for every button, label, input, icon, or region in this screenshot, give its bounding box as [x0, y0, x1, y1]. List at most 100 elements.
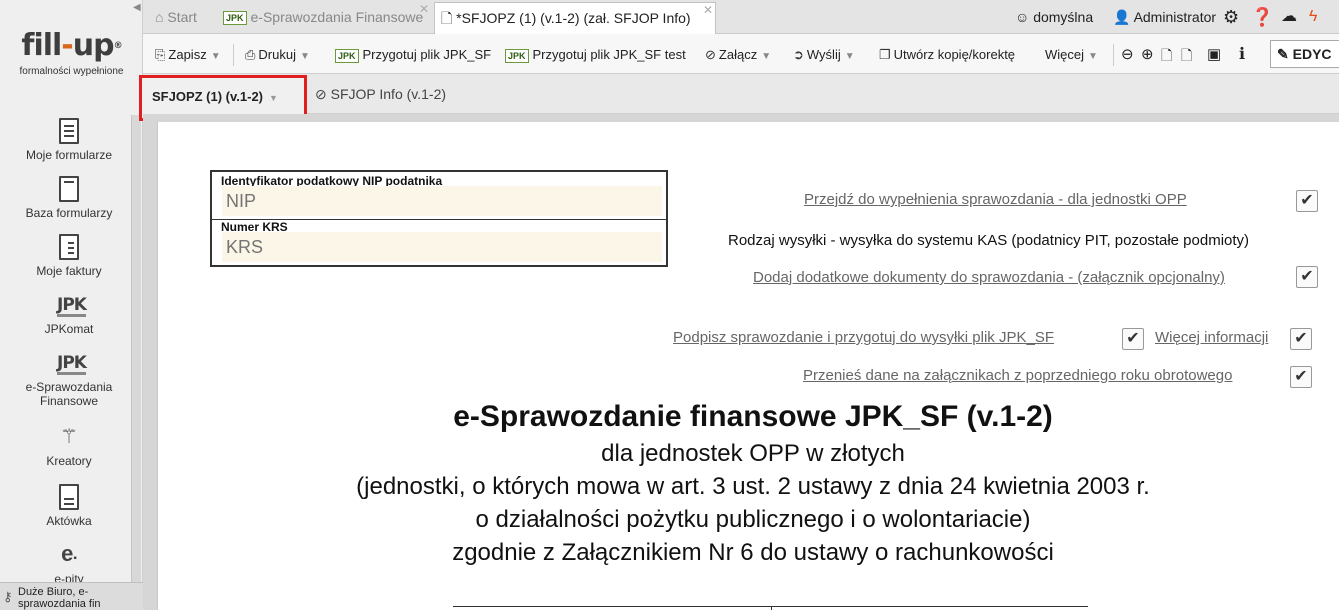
tab-label: e-Sprawozdania Finansowe [250, 9, 424, 25]
lightning-icon[interactable]: ϟ [1309, 0, 1317, 34]
attach-label: Załącz [718, 47, 758, 62]
wand-icon: ⚚ [60, 426, 78, 448]
link-fill-opp[interactable]: Przejdź do wypełnienia sprawozdania - dl… [804, 191, 1187, 208]
mask-icon: ☺ [1015, 9, 1030, 25]
checkbox-transfer-data[interactable]: ✔ [1290, 366, 1312, 388]
sidebar-item-jpkomat[interactable]: JPK JPKomat [0, 296, 138, 336]
send-icon: ➲ [793, 47, 804, 62]
sidebar-item-label: Moje formularze [25, 148, 113, 162]
app-logo: fill-up® formalności wypełnione [19, 28, 124, 78]
user-menu[interactable]: 👤 Administrator [1113, 0, 1216, 34]
printer-icon: ⎙ [245, 47, 256, 62]
tab-e-sprawozdania[interactable]: JPK e-Sprawozdania Finansowe ✕ [217, 2, 433, 34]
chevron-down-icon[interactable]: ▼ [211, 51, 221, 62]
form-page: Identyfikator podatkowy NIP podatnika Nu… [157, 122, 1339, 610]
sidebar-item-aktowka[interactable]: Aktówka [0, 484, 138, 528]
close-icon[interactable]: ✕ [703, 0, 713, 25]
sidebar-item-label: e-Sprawozdania Finansowe [25, 380, 113, 408]
chevron-down-icon[interactable]: ▼ [269, 93, 278, 103]
collapse-sidebar-icon[interactable]: ◀ [133, 2, 141, 13]
user-label: Administrator [1133, 9, 1217, 25]
checkbox-more-info[interactable]: ✔ [1290, 328, 1312, 350]
more-button[interactable]: Więcej ▼ [1045, 34, 1098, 74]
office-name-line2: sprawozdania fin [18, 598, 101, 610]
prepare-jpk-test-button[interactable]: JPK Przygotuj plik JPK_SF test [505, 34, 686, 74]
toolbar-divider [233, 44, 234, 66]
send-button[interactable]: ➲ Wyślij ▼ [793, 34, 855, 74]
copy-icon: ❐ [879, 47, 891, 62]
toolbar: ⎘ Zapisz ▼ ⎙ Drukuj ▼ JPK Przygotuj plik JPK_… [143, 34, 1339, 74]
info-icon[interactable]: ℹ [1239, 34, 1245, 74]
attach-button[interactable]: ⊘ Załącz ▼ [705, 34, 771, 74]
sidebar-item-e-sprawozdania[interactable]: JPK e-Sprawozdania Finansowe [0, 354, 138, 408]
zoom-out-icon[interactable]: ⊖ [1121, 34, 1134, 74]
nip-input[interactable] [222, 186, 662, 216]
jpk-icon: JPK [57, 295, 87, 317]
chevron-down-icon[interactable]: ▼ [845, 51, 855, 62]
subtab-label: SFJOPZ (1) (v.1-2) [152, 89, 264, 104]
clapper-icon[interactable]: ▣ [1207, 34, 1221, 74]
key-icon: ⚷ [3, 589, 13, 604]
sidebar: ◀ fill-up® formalności wypełnione Moje f… [0, 0, 143, 610]
close-icon[interactable]: ✕ [419, 0, 429, 24]
checkbox-fill-opp[interactable]: ✔ [1296, 190, 1318, 212]
sidebar-item-label: Baza formularzy [25, 206, 113, 220]
sidebar-item-moje-formularze[interactable]: Moje formularze [0, 118, 138, 162]
subtab-sfjop-info[interactable]: ⊘ SFJOP Info (v.1-2) [315, 74, 446, 114]
paperclip-icon: ⊘ [705, 47, 716, 62]
epity-icon: e▪ [61, 541, 77, 566]
sidebar-scrollbar[interactable] [131, 115, 141, 595]
office-selector[interactable]: ⚷ Duże Biuro, e- sprawozdania fin [0, 582, 143, 610]
sidebar-item-baza-formularzy[interactable]: Baza formularzy [0, 176, 138, 220]
edit-icon: ✎ [1277, 46, 1289, 62]
link-more-info[interactable]: Więcej informacji [1155, 329, 1268, 346]
jpk-icon: JPK [505, 48, 529, 63]
profile-selector[interactable]: ☺ domyślna [1015, 0, 1093, 34]
link-transfer-data[interactable]: Przenieś dane na załącznikach z poprzedn… [803, 367, 1232, 384]
form-base-icon [57, 176, 81, 202]
prepare-jpk-button[interactable]: JPK Przygotuj plik JPK_SF [335, 34, 491, 74]
tab-sfjopz[interactable]: 🗋 *SFJOPZ (1) (v.1-2) (zał. SFJOP Info) … [434, 2, 716, 34]
sidebar-item-moje-faktury[interactable]: Moje faktury [0, 234, 138, 278]
checkbox-sign-report[interactable]: ✔ [1122, 328, 1144, 350]
sidebar-item-e-pity[interactable]: e▪ e-pity [0, 541, 138, 587]
user-icon: 👤 [1113, 9, 1131, 25]
copy-correction-button[interactable]: ❐ Utwórz kopię/korektę [879, 34, 1015, 74]
form-subtitle-2: (jednostki, o których mowa w art. 3 ust.… [356, 473, 1150, 500]
fit-page-icon[interactable]: 🗋 [1161, 34, 1172, 74]
chevron-down-icon[interactable]: ▼ [1088, 51, 1098, 62]
home-icon: ⌂ [155, 9, 164, 25]
save-label: Zapisz [168, 47, 207, 62]
chevron-down-icon[interactable]: ▼ [300, 51, 310, 62]
subtab-label: SFJOP Info (v.1-2) [330, 86, 447, 102]
krs-input[interactable] [222, 232, 662, 262]
sidebar-item-kreatory[interactable]: ⚚ Kreatory [0, 424, 138, 468]
blank-page-icon[interactable]: 🗋 [1181, 34, 1192, 74]
invoice-icon [57, 234, 81, 260]
print-label: Drukuj [258, 47, 296, 62]
edit-mode-label: EDYC [1292, 46, 1332, 62]
checkbox-add-documents[interactable]: ✔ [1296, 266, 1318, 288]
link-add-documents[interactable]: Dodaj dodatkowe dokumenty do sprawozdani… [753, 269, 1225, 286]
send-label: Wyślij [806, 47, 841, 62]
print-button[interactable]: ⎙ Drukuj ▼ [245, 34, 310, 74]
sidebar-item-label: JPKomat [44, 322, 94, 336]
link-sign-report[interactable]: Podpisz sprawozdanie i przygotuj do wysy… [673, 329, 1054, 346]
tab-start[interactable]: ⌂ Start [149, 2, 217, 34]
save-button[interactable]: ⎘ Zapisz ▼ [155, 34, 221, 74]
cloud-icon[interactable]: ☁ [1281, 0, 1297, 34]
profile-label: domyślna [1033, 9, 1094, 25]
form-subtitle-1: dla jednostek OPP w złotych [601, 440, 905, 467]
tab-bar: ⌂ Start JPK e-Sprawozdania Finansowe ✕ 🗋 … [143, 0, 1339, 34]
zoom-in-icon[interactable]: ⊕ [1141, 34, 1154, 74]
gear-icon[interactable]: ⚙ [1223, 0, 1239, 34]
prepare-label: Przygotuj plik JPK_SF [362, 47, 492, 62]
more-label: Więcej [1045, 47, 1085, 62]
help-icon[interactable]: ❓ [1251, 0, 1273, 34]
copy-label: Utwórz kopię/korektę [893, 47, 1016, 62]
chevron-down-icon[interactable]: ▼ [761, 51, 771, 62]
edit-mode-button[interactable]: ✎ EDYC [1270, 40, 1339, 68]
sidebar-item-label: Moje faktury [36, 264, 102, 278]
toolbar-divider [1113, 44, 1114, 66]
taxpayer-id-box: Identyfikator podatkowy NIP podatnika Nu… [210, 170, 668, 267]
